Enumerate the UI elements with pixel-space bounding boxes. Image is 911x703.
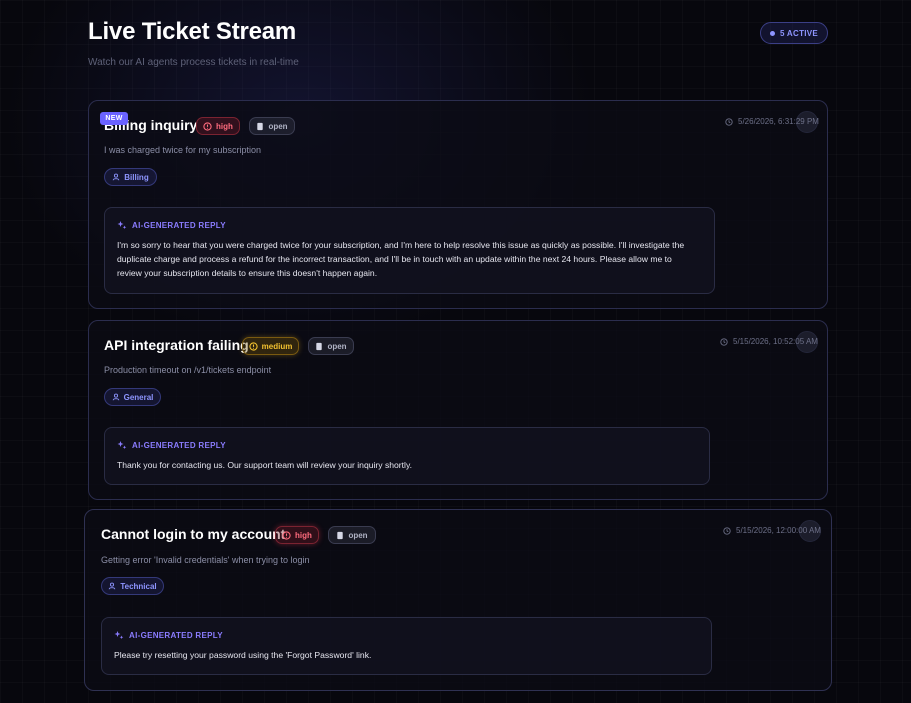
ai-reply-box: AI-GENERATED REPLY I'm so sorry to hear … [104,207,715,294]
clock-icon [723,526,731,535]
status-badge: open [308,337,354,355]
document-icon [337,531,344,539]
ai-reply-line: review your subscription details to ensu… [117,268,378,278]
document-icon [316,342,323,350]
ai-reply-line: Please try resetting your password using… [114,650,372,660]
ticket-description: Getting error 'Invalid credentials' when… [101,555,310,565]
document-icon [257,122,264,130]
ticket-card[interactable]: API integration failing medium open 5/15… [88,320,828,500]
category-badge: General [104,388,161,406]
priority-badge: high [275,526,319,544]
priority-badge: high [196,117,240,135]
ai-reply-label-text: AI-GENERATED REPLY [132,220,226,230]
ai-reply-line: duplicate charge and process a refund fo… [117,254,672,264]
ai-reply-box: AI-GENERATED REPLY Please try resetting … [101,617,712,675]
live-dot-icon [769,30,775,36]
alert-circle-icon [249,341,258,351]
priority-badge: medium [242,337,299,355]
sparkles-icon [114,631,124,640]
ticket-card[interactable]: Cannot login to my account high open 5/1… [84,509,832,691]
timestamp-label: 5/15/2026, 12:00:00 AM [736,526,821,535]
active-count-badge: 5 ACTIVE [760,22,828,44]
priority-label: high [216,121,233,131]
user-icon [113,173,120,181]
ticket-description: Production timeout on /v1/tickets endpoi… [104,365,272,375]
ai-reply-box: AI-GENERATED REPLY Thank you for contact… [104,427,710,485]
ai-reply-text: Please try resetting your password using… [114,648,371,662]
category-badge: Technical [101,577,164,595]
status-label: open [327,341,347,351]
ai-reply-label: AI-GENERATED REPLY [117,440,226,450]
ai-reply-text: I'm so sorry to hear that you were charg… [117,238,684,280]
alert-circle-icon [282,530,291,540]
timestamp-label: 5/26/2026, 6:31:29 PM [738,117,819,126]
clock-icon [720,337,728,346]
ai-reply-line: Thank you for contacting us. Our support… [117,460,413,470]
timestamp-label: 5/15/2026, 10:52:05 AM [733,337,818,346]
ticket-title: Cannot login to my account [101,526,286,542]
ai-reply-line: I'm so sorry to hear that you were charg… [117,240,685,250]
ai-reply-label-text: AI-GENERATED REPLY [129,630,223,640]
status-label: open [268,121,288,131]
priority-label: high [295,530,312,540]
ticket-card[interactable]: Billing inquiry high open 5/26/2026, 6:3… [88,100,828,309]
ticket-timestamp: 5/15/2026, 12:00:00 AM [723,526,821,535]
active-count-label: 5 ACTIVE [779,28,819,38]
ticket-description: I was charged twice for my subscription [104,145,262,155]
page-title: Live Ticket Stream [88,18,297,45]
category-badge: Billing [104,168,157,186]
ai-reply-label: AI-GENERATED REPLY [114,630,223,640]
priority-label: medium [261,341,293,351]
ticket-title: API integration failing [104,337,249,353]
ai-reply-label: AI-GENERATED REPLY [117,220,226,230]
alert-circle-icon [203,121,212,131]
user-icon [109,582,116,590]
sparkles-icon [117,221,127,230]
new-badge: NEW [100,112,128,125]
category-label: Technical [120,581,157,591]
ticket-timestamp: 5/26/2026, 6:31:29 PM [725,117,819,126]
status-badge: open [328,526,376,544]
category-label: Billing [124,172,149,182]
clock-icon [725,117,733,126]
status-badge: open [249,117,295,135]
category-label: General [123,392,154,402]
user-icon [112,393,119,401]
status-label: open [348,530,368,540]
ai-reply-text: Thank you for contacting us. Our support… [117,458,412,472]
sparkles-icon [117,441,127,450]
page-subtitle: Watch our AI agents process tickets in r… [88,57,299,68]
ticket-timestamp: 5/15/2026, 10:52:05 AM [720,337,818,346]
ai-reply-label-text: AI-GENERATED REPLY [132,440,226,450]
